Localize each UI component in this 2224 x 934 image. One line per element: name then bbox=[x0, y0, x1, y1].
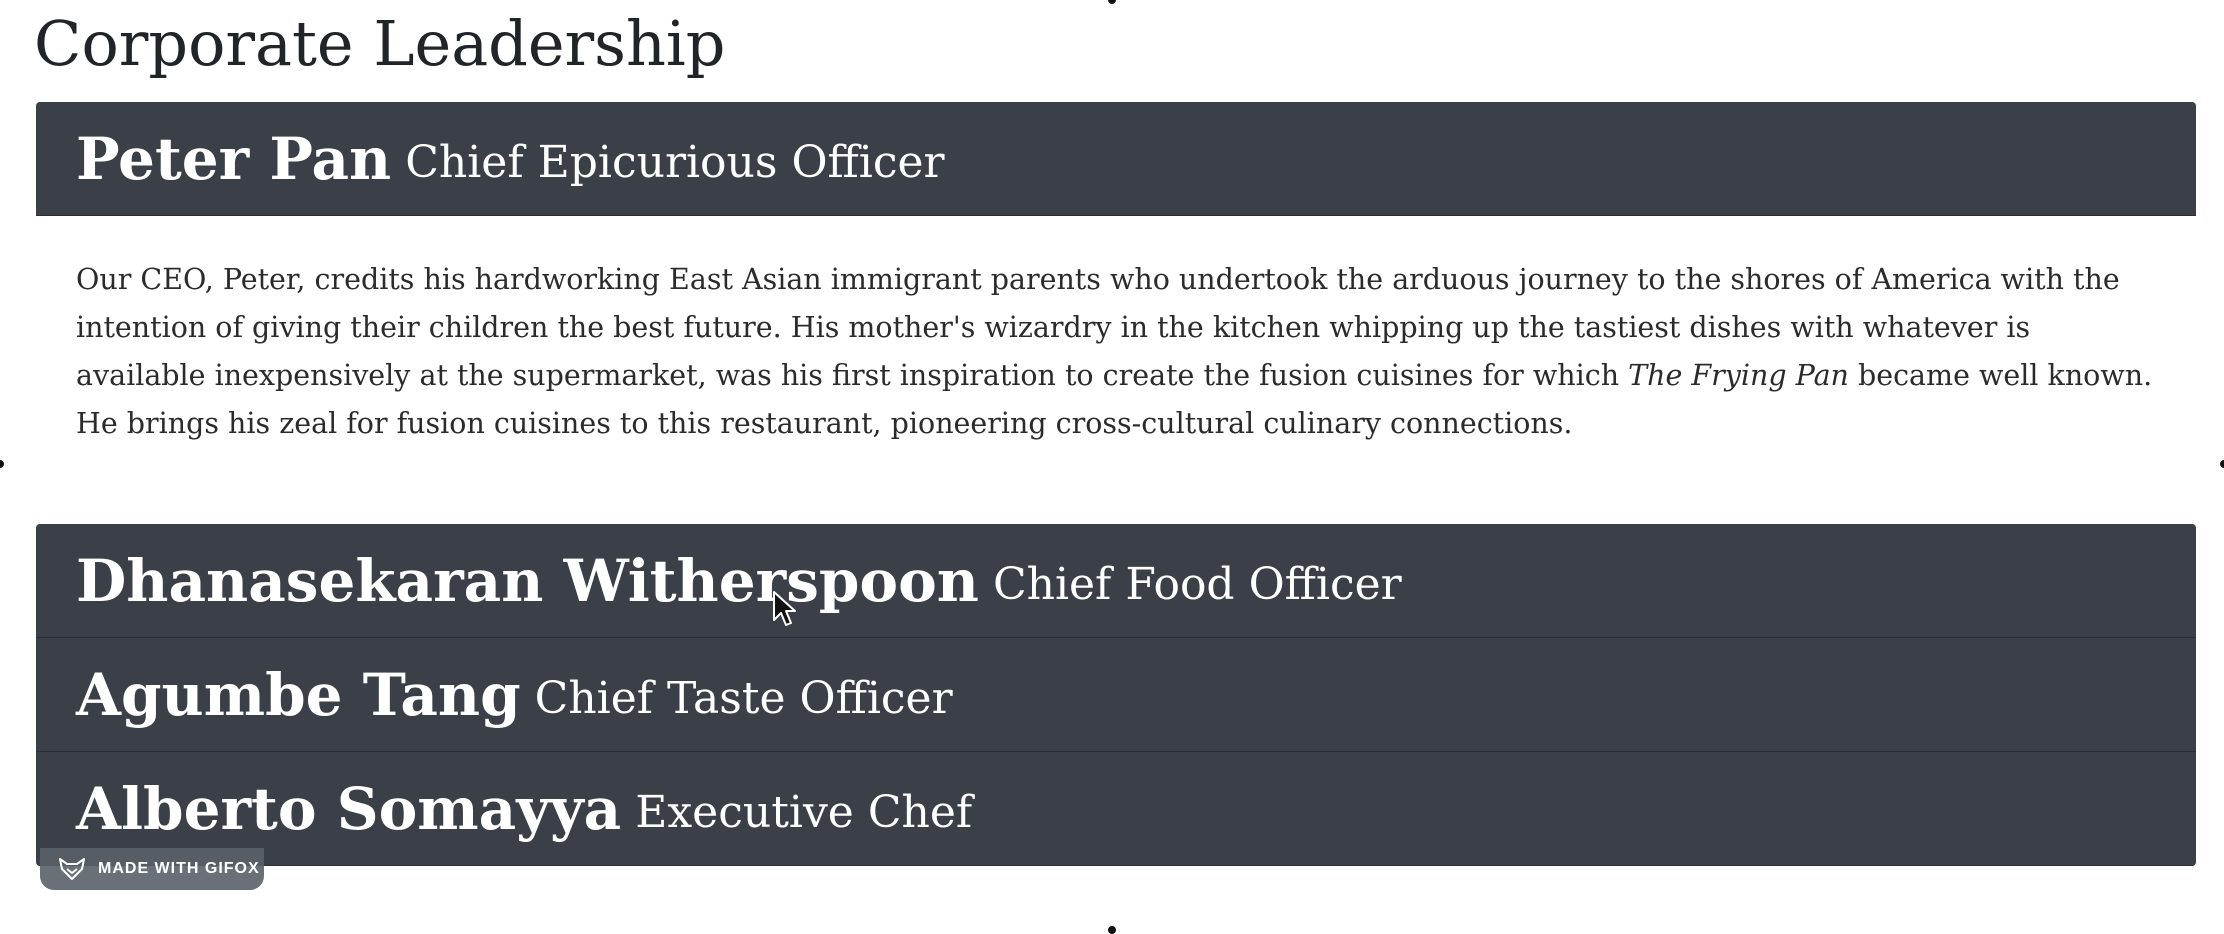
leader-bio: Our CEO, Peter, credits his hardworking … bbox=[76, 256, 2156, 448]
fox-icon bbox=[59, 858, 85, 880]
accordion-header-agumbe-tang[interactable]: Agumbe Tang Chief Taste Officer bbox=[36, 638, 2196, 752]
watermark-label: MADE WITH GIFOX bbox=[98, 860, 260, 877]
leader-name: Agumbe Tang bbox=[76, 660, 521, 729]
page-title: Corporate Leadership bbox=[34, 7, 726, 80]
accordion-item-alberto-somayya: Alberto Somayya Executive Chef bbox=[36, 752, 2196, 866]
leader-name: Alberto Somayya bbox=[76, 774, 622, 843]
accordion-item-peter-pan: Peter Pan Chief Epicurious Officer Our C… bbox=[36, 102, 2196, 524]
leader-role: Chief Food Officer bbox=[992, 559, 1402, 610]
leader-role: Executive Chef bbox=[635, 787, 973, 838]
mouse-cursor-icon bbox=[773, 591, 796, 626]
accordion-item-dhanasekaran-witherspoon: Dhanasekaran Witherspoon Chief Food Offi… bbox=[36, 524, 2196, 638]
leadership-accordion: Peter Pan Chief Epicurious Officer Our C… bbox=[36, 102, 2196, 866]
edge-handle-top bbox=[1108, 0, 1116, 4]
leader-name: Peter Pan bbox=[76, 124, 392, 193]
accordion-header-peter-pan[interactable]: Peter Pan Chief Epicurious Officer bbox=[36, 102, 2196, 216]
leader-role: Chief Epicurious Officer bbox=[405, 137, 945, 188]
gifox-watermark: MADE WITH GIFOX bbox=[40, 848, 264, 890]
leader-role: Chief Taste Officer bbox=[534, 673, 953, 724]
accordion-body-peter-pan: Our CEO, Peter, credits his hardworking … bbox=[36, 216, 2196, 524]
restaurant-name: The Frying Pan bbox=[1628, 359, 1849, 392]
accordion-item-agumbe-tang: Agumbe Tang Chief Taste Officer bbox=[36, 638, 2196, 752]
edge-handle-right bbox=[2220, 460, 2224, 468]
accordion-header-alberto-somayya[interactable]: Alberto Somayya Executive Chef bbox=[36, 752, 2196, 866]
accordion-header-dhanasekaran-witherspoon[interactable]: Dhanasekaran Witherspoon Chief Food Offi… bbox=[36, 524, 2196, 638]
leader-name: Dhanasekaran Witherspoon bbox=[76, 546, 979, 615]
edge-handle-bottom bbox=[1108, 926, 1116, 934]
edge-handle-left bbox=[0, 460, 4, 468]
